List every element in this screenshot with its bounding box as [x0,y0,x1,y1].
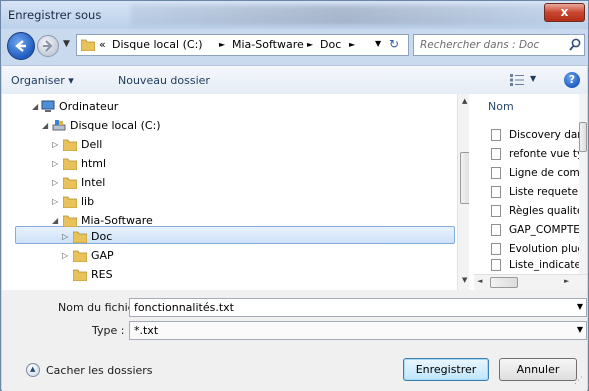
text-file-icon [491,243,501,255]
collapsed-arrow-icon[interactable]: ▷ [62,227,68,246]
scroll-left-icon[interactable]: ◄ [477,277,482,285]
folder-icon [73,250,87,262]
file-list-scrollbar[interactable] [579,94,587,274]
address-bar[interactable]: « Disque local (C:) ► Mia-Software ► Doc… [76,34,409,56]
collapsed-arrow-icon[interactable]: ▷ [52,173,58,192]
save-form: Nom du fichier : fonctionnalités.txt ▼ T… [2,290,587,391]
cancel-button[interactable]: Annuler [499,358,577,381]
save-button[interactable]: Enregistrer [403,358,489,381]
resize-grip-icon[interactable]: ⋰ [574,376,583,386]
navigation-tree: ◢ Ordinateur ◢ Disque local (C:) ▷ Dell … [2,94,469,290]
navigation-row: ▼ « Disque local (C:) ► Mia-Software ► D… [1,29,588,65]
help-icon[interactable]: ? [564,72,580,88]
column-header-name[interactable]: Nom [488,100,514,113]
filename-dropdown-icon[interactable]: ▼ [577,302,583,311]
breadcrumb-separator[interactable]: ► [349,40,355,49]
search-input[interactable]: Rechercher dans : Doc [413,34,585,56]
close-button[interactable]: x [544,3,585,22]
file-item[interactable]: Discovery dans [487,126,582,145]
command-bar: Organiser ▾ Nouveau dossier ▼ ? [2,65,587,95]
view-dropdown-icon[interactable]: ▼ [530,74,536,83]
new-folder-button[interactable]: Nouveau dossier [118,74,210,87]
forward-button[interactable] [37,35,59,57]
open-folder-icon [63,215,77,227]
breadcrumb-separator[interactable]: ► [219,40,225,49]
scroll-down-icon[interactable]: ▼ [462,276,467,284]
search-placeholder: Rechercher dans : Doc [420,39,540,51]
address-dropdown-icon[interactable]: ▼ [375,39,381,48]
text-file-icon [491,186,501,198]
expanded-arrow-icon[interactable]: ◢ [32,97,38,116]
file-item[interactable]: Liste_indicateu [487,256,582,275]
background-toolbar-blur [131,5,551,25]
collapsed-arrow-icon[interactable]: ▷ [52,192,58,211]
expanded-arrow-icon[interactable]: ◢ [42,116,48,135]
save-as-dialog: Enregistrer sous x ▼ « Disque local (C:)… [0,0,589,391]
text-file-icon [491,205,501,217]
scroll-right-icon[interactable]: ► [564,277,569,285]
scrollbar-thumb[interactable] [460,152,469,204]
browser-pane: ◢ Ordinateur ◢ Disque local (C:) ▷ Dell … [2,94,587,290]
text-file-icon [491,129,501,141]
collapse-up-icon[interactable]: ▲ [26,363,40,377]
computer-icon [41,100,55,112]
filename-value: fonctionnalités.txt [134,301,234,314]
breadcrumb-separator[interactable]: ► [307,40,313,49]
organize-menu-button[interactable]: Organiser ▾ [11,74,74,87]
file-item[interactable]: Ligne de comm [487,164,582,183]
title-bar: Enregistrer sous x [1,1,588,29]
search-icon[interactable] [569,38,581,52]
file-item[interactable]: Règles qualité [487,202,582,221]
text-file-icon [491,167,501,179]
collapsed-arrow-icon[interactable]: ▷ [62,246,68,265]
breadcrumb-doc[interactable]: Doc [320,38,341,51]
folder-icon [81,39,95,51]
file-list-horizontal-scrollbar[interactable]: ◄ ► [474,274,587,290]
file-item[interactable]: GAP_COMPTE [487,221,582,240]
file-list-pane: Nom Discovery dans refonte vue typ Ligne… [474,94,587,290]
refresh-icon[interactable]: ↻ [389,37,399,51]
text-file-icon [491,224,501,236]
breadcrumb-disque-local[interactable]: Disque local (C:) [112,38,203,51]
recent-pages-dropdown-icon[interactable]: ▼ [63,39,70,49]
type-select[interactable]: *.txt ▼ [129,321,587,340]
expanded-arrow-icon[interactable]: ◢ [52,211,58,230]
breadcrumb-mia-software[interactable]: Mia-Software [232,38,304,51]
text-file-icon [491,259,501,271]
collapsed-arrow-icon[interactable]: ▷ [52,135,58,154]
text-file-icon [491,148,501,160]
folder-icon [73,231,87,243]
scrollbar-thumb[interactable] [579,122,587,152]
folder-icon [63,196,77,208]
breadcrumb-overflow[interactable]: « [99,38,106,51]
hide-folders-link[interactable]: Cacher les dossiers [46,364,153,377]
type-dropdown-icon[interactable]: ▼ [577,325,583,334]
folder-icon [63,177,77,189]
view-options-icon[interactable] [510,74,524,86]
type-value: *.txt [134,324,159,337]
filename-field[interactable]: fonctionnalités.txt ▼ [129,298,587,317]
file-item[interactable]: refonte vue typ [487,145,582,164]
drive-icon [52,120,66,131]
folder-icon [63,158,77,170]
scroll-up-icon[interactable]: ▲ [462,97,467,105]
collapsed-arrow-icon[interactable]: ▷ [52,154,58,173]
file-item[interactable]: Liste requete st [487,183,582,202]
window-title: Enregistrer sous [8,8,102,22]
forward-arrow-icon [43,40,53,52]
scrollbar-thumb[interactable] [490,277,518,288]
folder-icon [63,139,77,151]
back-arrow-icon [15,40,26,52]
type-label: Type : [92,324,125,337]
tree-scrollbar[interactable]: ▲ ▼ [457,94,469,290]
folder-icon [73,269,87,281]
back-button[interactable] [7,32,35,60]
